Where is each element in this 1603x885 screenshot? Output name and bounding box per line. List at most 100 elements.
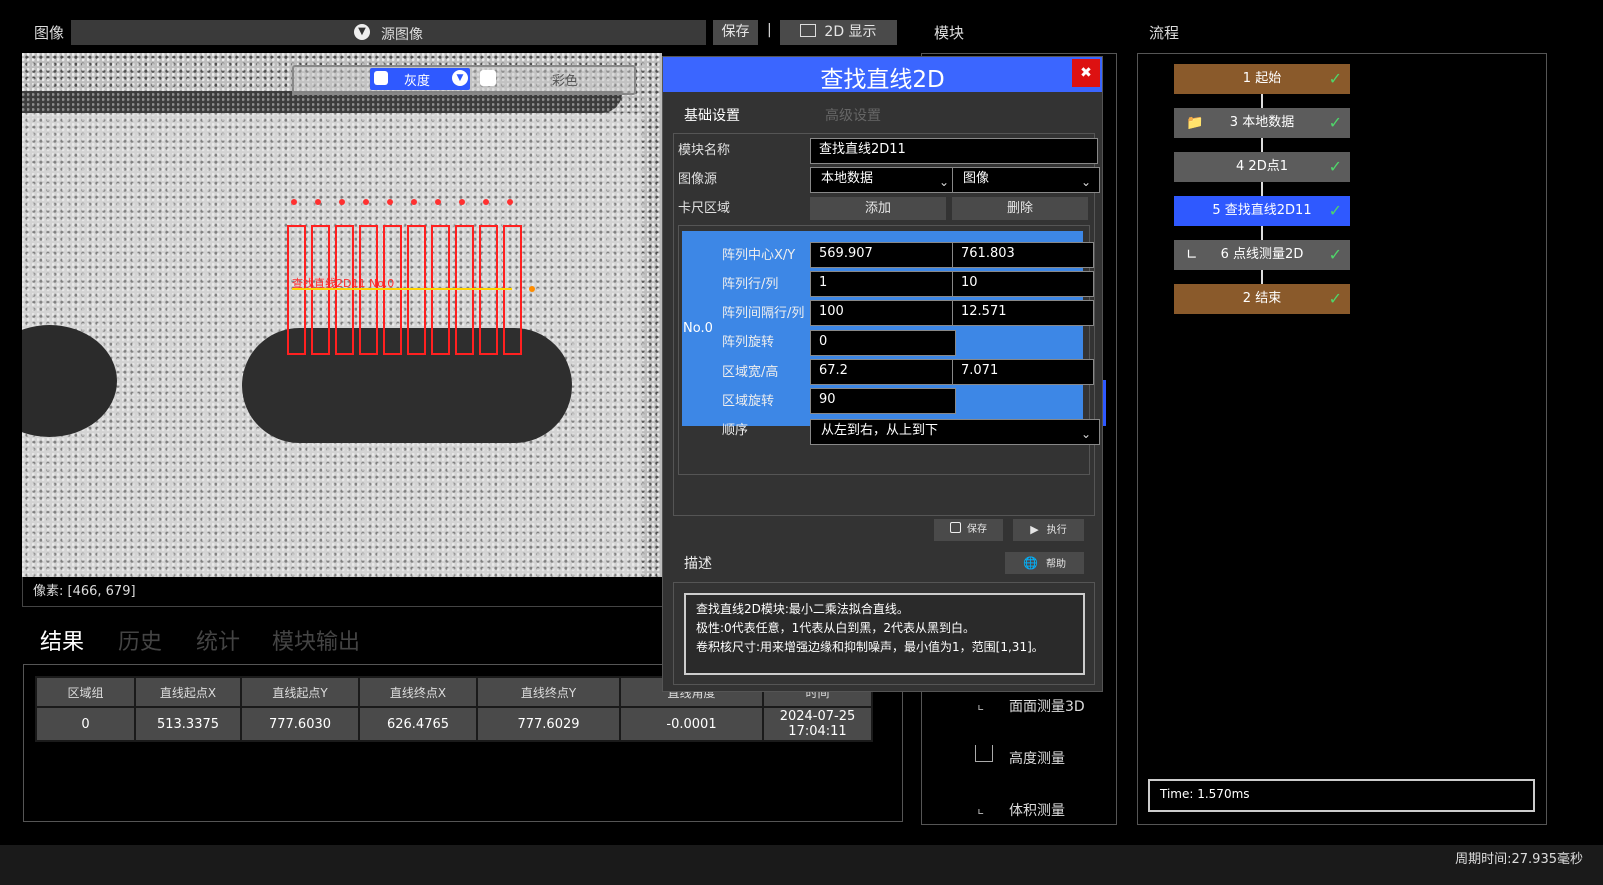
gray-toggle[interactable]: 灰度 ▼	[370, 68, 470, 90]
roi-label: 查找直线2D11 No.0	[292, 277, 395, 290]
tab-results[interactable]: 结果	[40, 624, 84, 656]
image-source-dropdown[interactable]: 本地数据 ⌄	[810, 167, 958, 193]
flow-node-label: 3 本地数据	[1229, 115, 1295, 130]
chevron-down-icon: ▼	[452, 70, 468, 86]
play-icon: ▶	[1030, 523, 1039, 536]
volume-measure-icon: ⌞	[977, 799, 985, 817]
dialog-title-bar[interactable]: 查找直线2D ✖	[663, 57, 1102, 93]
order-label: 顺序	[722, 423, 749, 438]
column-header: 直线起点X	[134, 676, 242, 708]
center-y-input[interactable]: 761.803	[952, 242, 1094, 268]
dialog-title: 查找直线2D	[820, 67, 945, 93]
image-source-value: 本地数据	[821, 171, 874, 186]
save-icon	[950, 522, 961, 533]
chevron-down-icon: ⌄	[938, 175, 949, 189]
flow-node-local-data[interactable]: 📁 3 本地数据 ✓	[1174, 108, 1350, 138]
display-mode-button[interactable]: 2D 显示	[780, 20, 897, 45]
table-row[interactable]: 0 513.3375 777.6030 626.4765 777.6029 -0…	[35, 706, 873, 742]
help-label: 帮助	[1045, 559, 1066, 570]
angle-icon: ∟	[1186, 247, 1198, 263]
image-dropdown[interactable]: 图像 ⌄	[952, 167, 1100, 193]
tab-module-output[interactable]: 模块输出	[272, 624, 360, 656]
find-line-dialog: 查找直线2D ✖ 基础设置 高级设置 模块名称 查找直线2D11 图像源 本地数…	[662, 56, 1103, 692]
array-rotate-input[interactable]: 0	[810, 330, 956, 356]
column-header: 直线起点Y	[240, 676, 360, 708]
close-icon[interactable]: ✖	[1072, 59, 1100, 87]
flow-node-end[interactable]: 2 结束 ✓	[1174, 284, 1350, 314]
run-label: 执行	[1046, 525, 1067, 536]
table-cell: 0	[35, 706, 136, 742]
rows-input[interactable]: 1	[810, 271, 956, 297]
cols-input[interactable]: 10	[952, 271, 1094, 297]
width-input[interactable]: 67.2	[810, 359, 956, 385]
row-gap-input[interactable]: 100	[810, 300, 956, 326]
column-header: 区域组	[35, 676, 136, 708]
table-cell: 513.3375	[134, 706, 242, 742]
table-cell: 2024-07-25 17:04:11	[762, 706, 873, 742]
order-dropdown[interactable]: 从左到右，从上到下 ⌄	[810, 419, 1100, 445]
module-name-input[interactable]: 查找直线2D11	[810, 138, 1098, 164]
image-source-select[interactable]: ▼ 源图像	[71, 20, 706, 45]
center-x-input[interactable]: 569.907	[810, 242, 956, 268]
flow-node-start[interactable]: 1 起始 ✓	[1174, 64, 1350, 94]
module-item-surface-3d[interactable]: ⌞ 面面测量3D	[975, 693, 1105, 717]
flow-node-label: 4 2D点1	[1236, 159, 1288, 174]
region-tag: No.0	[683, 321, 713, 336]
module-name-label: 模块名称	[678, 143, 731, 158]
tab-basic-settings[interactable]: 基础设置	[684, 105, 740, 125]
module-item-label: 面面测量3D	[1009, 699, 1085, 715]
tab-history[interactable]: 历史	[118, 624, 162, 656]
table-cell: 777.6030	[240, 706, 360, 742]
image-source-label: 源图像	[381, 27, 423, 43]
description-line: 极性:0代表任意，1代表从白到黑，2代表从黑到白。	[696, 621, 975, 635]
flow-time: Time: 1.570ms	[1160, 787, 1250, 801]
size-label: 区域宽/高	[722, 365, 779, 380]
description-title: 描述	[684, 556, 712, 572]
chevron-down-icon: ⌄	[1080, 175, 1091, 189]
dialog-save-button[interactable]: 保存	[934, 519, 1003, 541]
color-label: 彩色	[552, 74, 579, 89]
flow-node-find-line[interactable]: 5 查找直线2D11 ✓	[1174, 196, 1350, 226]
flow-node-2d-point[interactable]: 4 2D点1 ✓	[1174, 152, 1350, 182]
pixel-readout: 像素: [466, 679]	[33, 584, 136, 599]
description-line: 卷积核尺寸:用来增强边缘和抑制噪声，最小值为1，范围[1,31]。	[696, 640, 1044, 654]
region-rotate-input[interactable]: 90	[810, 388, 956, 414]
height-input[interactable]: 7.071	[952, 359, 1094, 385]
image-view[interactable]: 查找直线2D11 No.0 灰度 ▼ 彩色	[22, 53, 662, 577]
col-gap-input[interactable]: 12.571	[952, 300, 1094, 326]
chevron-down-icon: ⌄	[1080, 427, 1091, 441]
module-item-volume[interactable]: ⌞ 体积测量	[975, 797, 1105, 821]
caliper-roi-overlay[interactable]	[22, 53, 662, 577]
image-value: 图像	[963, 171, 990, 186]
flow-node-label: 1 起始	[1242, 71, 1282, 86]
flow-panel-title: 流程	[1149, 24, 1180, 42]
help-button[interactable]: 🌐 帮助	[1005, 552, 1084, 574]
add-region-button[interactable]: 添加	[810, 197, 946, 220]
status-bar	[0, 845, 1603, 885]
flow-node-point-line[interactable]: ∟ 6 点线测量2D ✓	[1174, 240, 1350, 270]
image-source-label: 图像源	[678, 172, 718, 187]
spacing-label: 阵列间隔行/列	[722, 306, 805, 321]
save-label: 保存	[967, 524, 987, 535]
center-label: 阵列中心X/Y	[722, 248, 796, 263]
image-icon	[800, 24, 817, 37]
array-rotate-label: 阵列旋转	[722, 335, 775, 350]
separator: |	[767, 22, 772, 38]
run-button[interactable]: ▶ 执行	[1013, 519, 1084, 541]
image-save-button[interactable]: 保存	[713, 20, 758, 45]
check-icon: ✓	[1328, 113, 1342, 132]
region-rotate-label: 区域旋转	[722, 394, 775, 409]
check-icon: ✓	[1328, 289, 1342, 308]
table-cell: -0.0001	[619, 706, 764, 742]
delete-region-button[interactable]: 删除	[952, 197, 1088, 220]
checkbox-icon[interactable]	[480, 70, 496, 86]
tab-statistics[interactable]: 统计	[196, 624, 240, 656]
chevron-down-icon: ▼	[354, 24, 370, 40]
flow-node-label: 5 查找直线2D11	[1212, 203, 1312, 218]
height-measure-icon	[975, 745, 993, 762]
column-header: 直线终点X	[358, 676, 478, 708]
tab-advanced-settings[interactable]: 高级设置	[825, 105, 881, 125]
table-cell: 777.6029	[476, 706, 621, 742]
module-item-height[interactable]: 高度测量	[975, 745, 1105, 769]
rowcol-label: 阵列行/列	[722, 277, 779, 292]
